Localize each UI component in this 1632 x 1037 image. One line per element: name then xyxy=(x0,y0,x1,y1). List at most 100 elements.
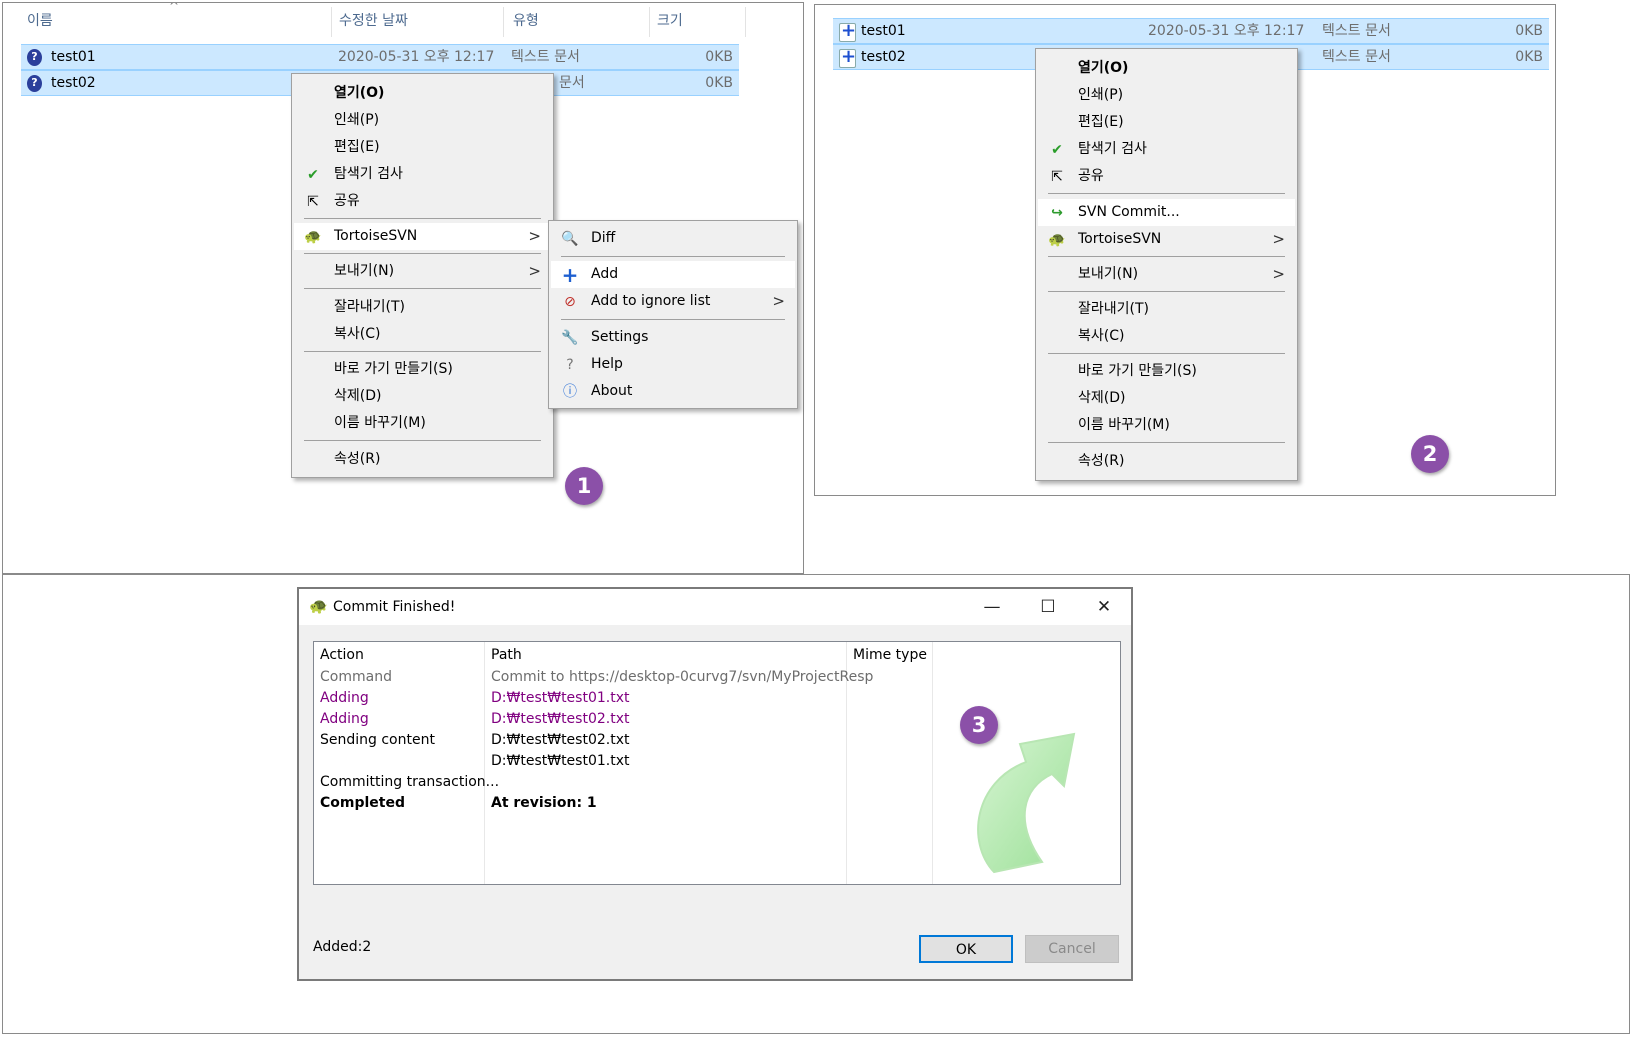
maximize-button[interactable]: ☐ xyxy=(1025,589,1071,625)
context-menu-2: 열기(O) 인쇄(P) 편집(E) ✔ 탐색기 검사 ⇱ 공유 ↪ SVN Commi… xyxy=(1035,48,1298,481)
menu-item-edit[interactable]: 편집(E) xyxy=(294,134,551,161)
svn-added-icon xyxy=(839,20,856,42)
menu-item-copy[interactable]: 복사(C) xyxy=(294,321,551,348)
tortoisesvn-submenu: 🔍 Diff + Add ⊘ Add to ignore list > 🔧 Setting… xyxy=(548,220,798,409)
log-action: Command xyxy=(320,669,392,685)
menu-item-print[interactable]: 인쇄(P) xyxy=(1038,82,1295,109)
menu-item-delete[interactable]: 삭제(D) xyxy=(1038,385,1295,412)
commit-log-list[interactable]: Action Path Mime type Command Commit to … xyxy=(313,641,1121,885)
chevron-right-icon: > xyxy=(528,227,541,245)
column-header-name[interactable]: 이름 xyxy=(27,3,53,39)
file-type: 문서 xyxy=(559,75,585,91)
chevron-right-icon: > xyxy=(1272,265,1285,283)
menu-item-edit[interactable]: 편집(E) xyxy=(1038,109,1295,136)
menu-item-delete[interactable]: 삭제(D) xyxy=(294,383,551,410)
step-badge-1: 1 xyxy=(565,467,603,505)
menu-item-scan[interactable]: ✔ 탐색기 검사 xyxy=(1038,136,1295,163)
log-path: D:₩test₩test02.txt xyxy=(491,732,630,748)
dialog-title: Commit Finished! xyxy=(333,599,456,615)
menu-item-svn-commit[interactable]: ↪ SVN Commit... xyxy=(1038,199,1295,226)
tortoisesvn-icon: 🐢 xyxy=(1048,232,1066,248)
menu-item-about[interactable]: ⓘ About xyxy=(551,378,795,405)
tortoisesvn-icon: 🐢 xyxy=(309,597,328,615)
commit-arrow-icon: ↪ xyxy=(1051,205,1063,221)
log-path: D:₩test₩test01.txt xyxy=(491,753,630,769)
menu-item-open[interactable]: 열기(O) xyxy=(294,80,551,107)
file-size: 0KB xyxy=(1515,49,1543,65)
defender-check-icon: ✔ xyxy=(1051,142,1063,158)
menu-item-rename[interactable]: 이름 바꾸기(M) xyxy=(1038,412,1295,439)
menu-item-print[interactable]: 인쇄(P) xyxy=(294,107,551,134)
file-type: 텍스트 문서 xyxy=(1322,49,1391,65)
svn-unversioned-icon: ? xyxy=(27,49,42,66)
log-action: Adding xyxy=(320,711,369,727)
menu-item-cut[interactable]: 잘라내기(T) xyxy=(294,294,551,321)
menu-item-copy[interactable]: 복사(C) xyxy=(1038,323,1295,350)
status-text: Added:2 xyxy=(313,939,372,955)
menu-item-help[interactable]: ? Help xyxy=(551,351,795,378)
column-header-date[interactable]: 수정한 날짜 xyxy=(339,3,408,39)
svn-added-icon xyxy=(839,46,856,68)
cancel-button[interactable]: Cancel xyxy=(1025,935,1119,963)
file-date: 2020-05-31 오후 12:17 xyxy=(338,49,495,65)
menu-item-share[interactable]: ⇱ 공유 xyxy=(1038,163,1295,190)
chevron-right-icon: > xyxy=(772,292,785,310)
file-name: test01 xyxy=(861,23,906,39)
menu-item-scan[interactable]: ✔ 탐색기 검사 xyxy=(294,161,551,188)
commit-finished-dialog: 🐢 Commit Finished! — ☐ ✕ Action Path Mim… xyxy=(297,587,1133,981)
commit-arrow-icon xyxy=(977,732,1076,874)
menu-item-share[interactable]: ⇱ 공유 xyxy=(294,188,551,215)
log-action: Sending content xyxy=(320,732,435,748)
column-header-action[interactable]: Action xyxy=(320,646,364,664)
column-header-size[interactable]: 크기 xyxy=(657,3,683,39)
step-badge-2: 2 xyxy=(1411,435,1449,473)
log-path: D:₩test₩test01.txt xyxy=(491,690,630,706)
menu-item-cut[interactable]: 잘라내기(T) xyxy=(1038,296,1295,323)
file-type: 텍스트 문서 xyxy=(511,49,580,65)
share-icon: ⇱ xyxy=(1051,169,1063,185)
menu-item-properties[interactable]: 속성(R) xyxy=(1038,448,1295,475)
share-icon: ⇱ xyxy=(307,194,319,210)
file-name: test02 xyxy=(51,75,96,91)
menu-item-tortoisesvn[interactable]: 🐢 TortoiseSVN > xyxy=(1038,226,1295,253)
defender-check-icon: ✔ xyxy=(307,167,319,183)
menu-item-create-shortcut[interactable]: 바로 가기 만들기(S) xyxy=(294,356,551,383)
close-button[interactable]: ✕ xyxy=(1081,589,1127,625)
dialog-title-bar: 🐢 Commit Finished! — ☐ ✕ xyxy=(299,589,1131,625)
file-type: 텍스트 문서 xyxy=(1322,23,1391,39)
log-action: Committing transaction... xyxy=(320,774,500,790)
menu-item-open[interactable]: 열기(O) xyxy=(1038,55,1295,82)
file-name: test01 xyxy=(51,49,96,65)
menu-item-send-to[interactable]: 보내기(N) > xyxy=(1038,261,1295,288)
column-header-type[interactable]: 유형 xyxy=(513,3,539,39)
minimize-button[interactable]: — xyxy=(969,589,1015,625)
step-badge-3: 3 xyxy=(960,706,998,744)
menu-item-rename[interactable]: 이름 바꾸기(M) xyxy=(294,410,551,437)
log-path: D:₩test₩test02.txt xyxy=(491,711,630,727)
file-name: test02 xyxy=(861,49,906,65)
plus-icon: + xyxy=(561,263,579,287)
menu-item-send-to[interactable]: 보내기(N) > xyxy=(294,258,551,285)
help-icon: ? xyxy=(566,357,574,373)
column-header-path[interactable]: Path xyxy=(491,646,522,664)
info-icon: ⓘ xyxy=(563,384,577,400)
menu-item-add[interactable]: + Add xyxy=(551,261,795,288)
column-header-mime[interactable]: Mime type xyxy=(853,646,927,664)
menu-item-properties[interactable]: 속성(R) xyxy=(294,446,551,473)
context-menu-1: 열기(O) 인쇄(P) 편집(E) ✔ 탐색기 검사 ⇱ 공유 🐢 TortoiseS… xyxy=(291,73,554,478)
menu-item-create-shortcut[interactable]: 바로 가기 만들기(S) xyxy=(1038,358,1295,385)
log-action: Completed xyxy=(320,795,406,811)
ignore-icon: ⊘ xyxy=(564,294,576,310)
file-row-test01[interactable]: ? test01 2020-05-31 오후 12:17 텍스트 문서 0KB xyxy=(21,44,739,70)
file-row-test01[interactable]: test01 2020-05-31 오후 12:17 텍스트 문서 0KB xyxy=(833,18,1549,44)
menu-item-diff[interactable]: 🔍 Diff xyxy=(551,225,795,252)
wrench-icon: 🔧 xyxy=(561,330,579,346)
file-date: 2020-05-31 오후 12:17 xyxy=(1148,23,1305,39)
file-size: 0KB xyxy=(705,75,733,91)
ok-button[interactable]: OK xyxy=(919,935,1013,963)
menu-item-settings[interactable]: 🔧 Settings xyxy=(551,324,795,351)
log-path: At revision: 1 xyxy=(491,795,597,811)
menu-item-tortoisesvn[interactable]: 🐢 TortoiseSVN > xyxy=(294,223,551,250)
menu-item-add-to-ignore[interactable]: ⊘ Add to ignore list > xyxy=(551,288,795,315)
file-size: 0KB xyxy=(1515,23,1543,39)
